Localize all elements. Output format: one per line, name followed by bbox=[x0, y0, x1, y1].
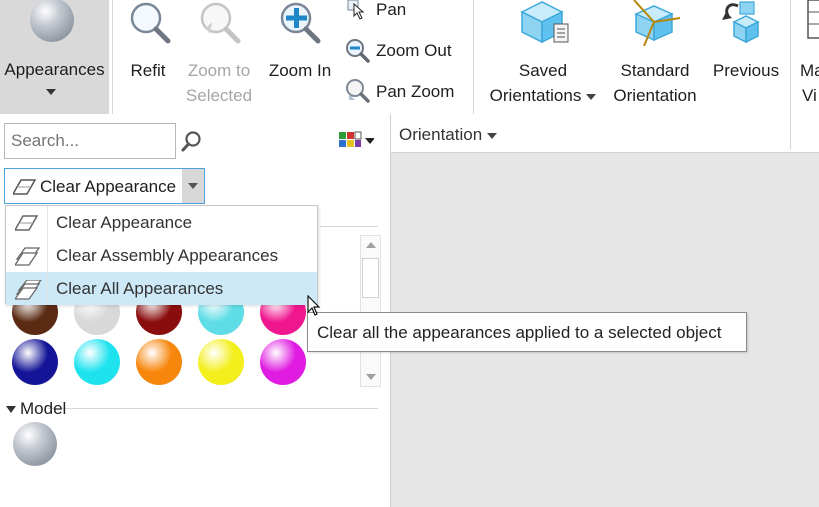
clear-appearance-dropdown-list: Clear Appearance Clear Assembly Appearan… bbox=[5, 205, 318, 305]
appearance-gallery-panel: Clear Appearance Model bbox=[0, 114, 391, 507]
pan-zoom-label: Pan Zoom bbox=[376, 82, 455, 101]
thumbnail-grid-icon bbox=[339, 131, 375, 147]
model-section-label: Model bbox=[20, 399, 67, 418]
icon-column-divider bbox=[47, 239, 48, 272]
zoom-to-selected-label-line2: Selected bbox=[185, 86, 253, 105]
dropdown-item-clear-appearance[interactable]: Clear Appearance bbox=[6, 206, 317, 239]
color-swatch[interactable] bbox=[74, 339, 120, 385]
standard-orientation-label-line2: Orientation bbox=[613, 86, 697, 105]
chevron-down-icon bbox=[487, 132, 498, 139]
clear-appearance-combo[interactable]: Clear Appearance bbox=[4, 168, 205, 204]
dropdown-item-label: Clear Assembly Appearances bbox=[56, 246, 279, 265]
zoom-selected-icon bbox=[200, 2, 241, 44]
standard-orientation-icon bbox=[633, 0, 681, 46]
gallery-scrollbar[interactable] bbox=[360, 235, 381, 387]
scroll-up-icon[interactable] bbox=[366, 242, 376, 248]
icon-column-divider bbox=[47, 206, 48, 239]
color-swatch[interactable] bbox=[136, 339, 182, 385]
refit-label: Refit bbox=[130, 61, 166, 80]
collapse-triangle-icon[interactable] bbox=[6, 406, 16, 414]
eraser-icon bbox=[15, 215, 39, 231]
combo-value: Clear Appearance bbox=[40, 177, 177, 196]
zoom-out-icon bbox=[346, 39, 370, 63]
zoom-out-label: Zoom Out bbox=[376, 41, 452, 60]
zoom-in-icon bbox=[280, 2, 321, 44]
mouse-cursor-icon bbox=[307, 295, 321, 316]
manage-views-icon bbox=[807, 0, 819, 39]
ribbon-separator bbox=[112, 0, 113, 114]
search-icon[interactable] bbox=[180, 130, 204, 154]
eraser-icon bbox=[13, 179, 37, 195]
appearances-label: Appearances bbox=[4, 60, 105, 79]
standard-orientation-label-line1: Standard bbox=[620, 61, 690, 80]
dropdown-item-clear-all-appearances[interactable]: Clear All Appearances bbox=[6, 272, 317, 305]
orientation-group-menu[interactable]: Orientation bbox=[399, 125, 498, 145]
search-input[interactable] bbox=[4, 123, 176, 159]
manage-views-label-line2: Vi bbox=[802, 86, 817, 105]
ribbon-separator bbox=[473, 0, 474, 114]
color-swatch[interactable] bbox=[198, 339, 244, 385]
saved-orientations-label-line2: Orientations bbox=[480, 83, 606, 108]
pan-label: Pan bbox=[376, 0, 407, 19]
orientation-group-label: Orientation bbox=[399, 125, 483, 144]
chevron-down-icon[interactable] bbox=[46, 89, 56, 95]
zoom-in-label: Zoom In bbox=[268, 61, 332, 80]
section-divider bbox=[48, 408, 378, 409]
zoom-to-selected-label-line1: Zoom to bbox=[187, 61, 251, 80]
color-swatch[interactable] bbox=[12, 339, 58, 385]
scrollbar-thumb[interactable] bbox=[362, 258, 379, 298]
saved-orientations-label-line1: Saved bbox=[518, 61, 568, 80]
manage-views-label-line1: Ma bbox=[800, 61, 819, 80]
appearance-sphere-icon bbox=[30, 0, 74, 42]
chevron-down-icon bbox=[188, 183, 198, 189]
model-section-header[interactable]: Model bbox=[6, 399, 66, 419]
pan-zoom-icon bbox=[346, 79, 370, 103]
tooltip: Clear all the appearances applied to a s… bbox=[307, 312, 747, 352]
eraser-stack-icon bbox=[15, 247, 41, 266]
saved-orientations-cube-icon bbox=[520, 1, 569, 44]
ribbon-separator bbox=[790, 0, 791, 150]
chevron-down-icon[interactable] bbox=[586, 93, 597, 100]
previous-label: Previous bbox=[712, 61, 780, 80]
dropdown-item-label: Clear Appearance bbox=[56, 213, 193, 232]
color-swatch[interactable] bbox=[260, 339, 306, 385]
pan-icon bbox=[347, 0, 365, 20]
dropdown-item-clear-assembly-appearances[interactable]: Clear Assembly Appearances bbox=[6, 239, 317, 272]
section-divider bbox=[320, 226, 378, 227]
combo-dropdown-button[interactable] bbox=[182, 169, 204, 203]
eraser-stack-icon bbox=[15, 280, 42, 300]
scroll-down-icon[interactable] bbox=[366, 374, 376, 380]
previous-view-icon bbox=[722, 1, 760, 44]
model-appearance-swatch[interactable] bbox=[13, 422, 57, 466]
view-options-menu[interactable] bbox=[338, 131, 375, 156]
icon-column-divider bbox=[47, 272, 48, 305]
dropdown-item-label: Clear All Appearances bbox=[56, 279, 224, 298]
appearances-button[interactable]: Appearances bbox=[0, 0, 109, 114]
refit-magnifier-icon bbox=[130, 2, 171, 44]
